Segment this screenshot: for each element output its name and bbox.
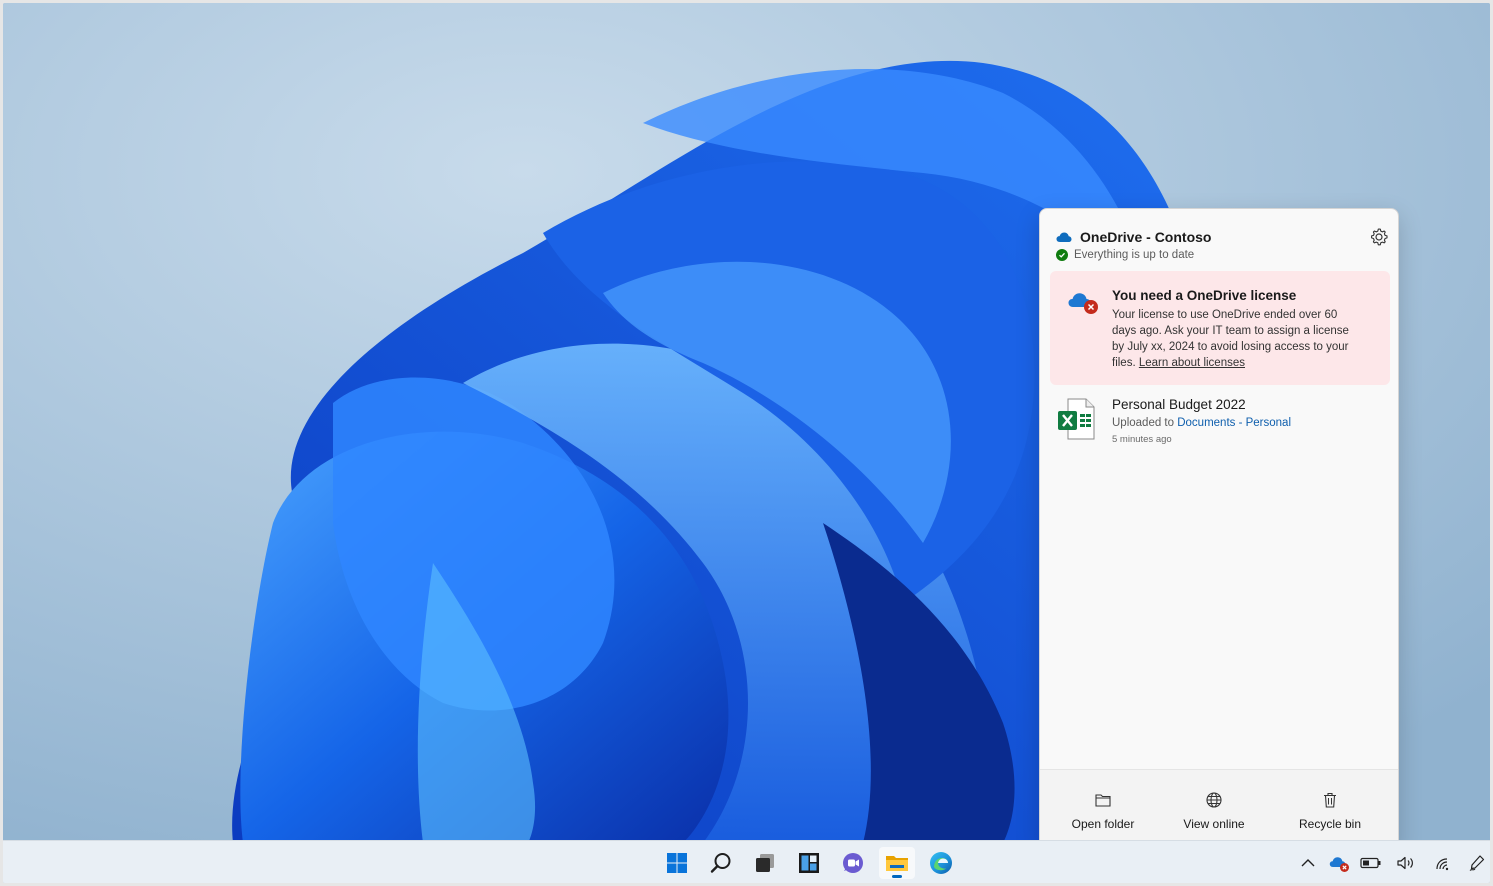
file-location-link[interactable]: Documents - Personal <box>1177 417 1291 429</box>
settings-gear-icon[interactable] <box>1368 226 1390 248</box>
flyout-title: OneDrive - Contoso <box>1080 229 1212 245</box>
search-icon[interactable] <box>703 847 739 879</box>
uploaded-prefix: Uploaded to <box>1112 417 1175 429</box>
learn-about-licenses-link[interactable]: Learn about licenses <box>1139 357 1245 369</box>
desktop: OneDrive - Contoso Everything is up to d… <box>3 3 1490 883</box>
status-text: Everything is up to date <box>1074 249 1195 261</box>
alert-title: You need a OneDrive license <box>1112 288 1297 303</box>
license-alert: You need a OneDrive license Your license… <box>1050 271 1390 385</box>
taskbar <box>3 840 1490 883</box>
view-online-label: View online <box>1183 817 1245 831</box>
file-upload-info: Uploaded to Documents - Personal <box>1112 417 1291 429</box>
folder-icon <box>1095 794 1111 807</box>
battery-icon[interactable] <box>1360 853 1382 873</box>
wifi-icon[interactable] <box>1433 853 1455 873</box>
file-name: Personal Budget 2022 <box>1112 397 1246 412</box>
checkmark-icon <box>1056 249 1068 261</box>
file-explorer-icon[interactable] <box>879 847 915 879</box>
onedrive-error-icon <box>1068 293 1098 314</box>
start-icon[interactable] <box>659 847 695 879</box>
chevron-up-icon[interactable] <box>1297 853 1319 873</box>
task-view-icon[interactable] <box>747 847 783 879</box>
recycle-bin-label: Recycle bin <box>1298 817 1362 831</box>
onedrive-cloud-icon <box>1056 232 1072 242</box>
active-indicator <box>892 875 902 878</box>
volume-icon[interactable] <box>1395 853 1417 873</box>
sync-status: Everything is up to date <box>1056 249 1194 261</box>
teams-chat-icon[interactable] <box>835 847 871 879</box>
excel-file-icon <box>1058 398 1095 440</box>
edge-icon[interactable] <box>923 847 959 879</box>
alert-body: Your license to use OneDrive ended over … <box>1112 307 1362 371</box>
open-folder-button[interactable]: Open folder <box>1048 770 1158 849</box>
view-online-button[interactable]: View online <box>1159 770 1269 849</box>
file-time: 5 minutes ago <box>1112 434 1172 445</box>
recent-file-item[interactable]: Personal Budget 2022 Uploaded to Documen… <box>1050 391 1390 455</box>
pen-icon[interactable] <box>1466 853 1488 873</box>
trash-icon <box>1324 792 1336 808</box>
open-folder-label: Open folder <box>1071 817 1135 831</box>
flyout-footer: Open folder View online Recycle bin <box>1040 769 1398 849</box>
flyout-header: OneDrive - Contoso Everything is up to d… <box>1040 209 1398 269</box>
onedrive-error-icon[interactable] <box>1329 853 1351 873</box>
onedrive-flyout: OneDrive - Contoso Everything is up to d… <box>1039 208 1399 850</box>
globe-icon <box>1206 792 1222 808</box>
recycle-bin-button[interactable]: Recycle bin <box>1275 770 1385 849</box>
widgets-icon[interactable] <box>791 847 827 879</box>
